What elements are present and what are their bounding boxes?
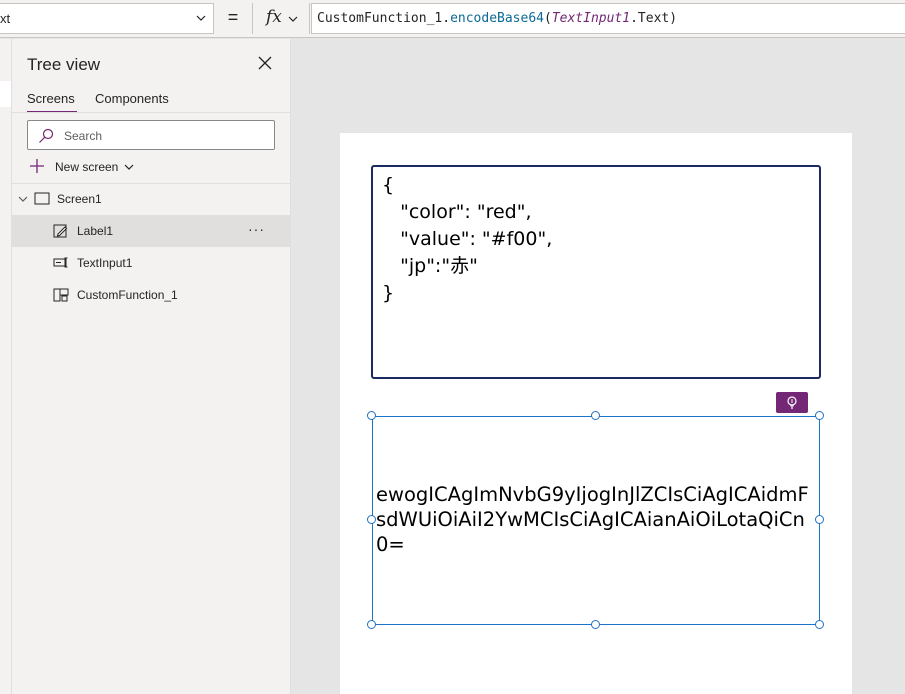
fx-button[interactable]: fx (252, 3, 310, 34)
label-edit-icon (53, 224, 68, 238)
search-icon (39, 128, 54, 143)
tree-item-label: Label1 (77, 224, 114, 238)
tree-item-screen1[interactable]: Screen1 (12, 183, 291, 215)
resize-handle-left[interactable] (367, 515, 376, 524)
chevron-down-icon[interactable] (17, 193, 29, 205)
tree-item-label1[interactable]: Label1 ··· (12, 215, 291, 247)
resize-handle-top-left[interactable] (367, 411, 376, 420)
search-input[interactable]: Search (27, 120, 275, 150)
text-input-icon (53, 257, 68, 268)
more-options-icon[interactable]: ··· (248, 221, 265, 237)
chevron-down-icon (124, 164, 134, 170)
tree-item-label: TextInput1 (77, 256, 133, 270)
chevron-down-icon (196, 15, 206, 21)
tab-components[interactable]: Components (95, 91, 169, 106)
formula-token-method: encodeBase64 (450, 11, 544, 26)
component-icon (53, 288, 69, 302)
screen-icon (34, 192, 50, 205)
tree-item-label: Screen1 (57, 192, 102, 206)
property-dropdown[interactable]: xt (0, 3, 214, 34)
new-screen-label: New screen (55, 160, 119, 174)
text-input-value: { "color": "red", "value": "#f00", "jp":… (382, 174, 553, 304)
tab-screens[interactable]: Screens (27, 91, 77, 113)
divider (12, 112, 291, 113)
formula-token-control: TextInput1 (551, 11, 631, 26)
text-input-control[interactable]: { "color": "red", "value": "#f00", "jp":… (371, 165, 821, 379)
label-text: ewogICAgImNvbG9yIjogInJlZCIsCiAgICAidmFs… (376, 483, 809, 556)
close-icon[interactable] (258, 56, 272, 70)
tree-view-panel: Tree view Screens Components Search New … (12, 39, 291, 694)
resize-handle-top[interactable] (591, 411, 600, 420)
formula-token-rest: .Text) (630, 11, 678, 26)
tree-item-textinput1[interactable]: TextInput1 (12, 247, 291, 279)
formula-token-paren: ( (543, 11, 552, 26)
resize-handle-top-right[interactable] (815, 411, 824, 420)
property-dropdown-value: xt (0, 11, 11, 26)
resize-handle-bottom-right[interactable] (815, 620, 824, 629)
resize-handle-right[interactable] (815, 515, 824, 524)
equals-sign: = (227, 7, 239, 27)
tree-item-customfunction1[interactable]: CustomFunction_1 (12, 279, 291, 311)
formula-bar: xt = fx CustomFunction_1.encodeBase64(Te… (0, 0, 905, 38)
tab-screens-label: Screens (27, 91, 75, 106)
resize-handle-bottom-left[interactable] (367, 620, 376, 629)
tree-item-label: CustomFunction_1 (77, 288, 178, 302)
left-rail (0, 39, 12, 694)
plus-icon (30, 159, 44, 173)
copilot-button[interactable] (776, 392, 808, 413)
resize-handle-bottom[interactable] (591, 620, 600, 629)
formula-token-function: CustomFunction_1. (317, 11, 451, 26)
chevron-down-icon (288, 16, 298, 22)
search-placeholder: Search (64, 129, 103, 143)
formula-input[interactable]: CustomFunction_1.encodeBase64(TextInput1… (311, 3, 905, 34)
panel-title: Tree view (27, 55, 101, 74)
left-rail-selected-item[interactable] (0, 81, 11, 107)
fx-icon: fx (266, 7, 282, 27)
lightbulb-icon (787, 396, 797, 409)
tab-components-label: Components (95, 91, 169, 106)
